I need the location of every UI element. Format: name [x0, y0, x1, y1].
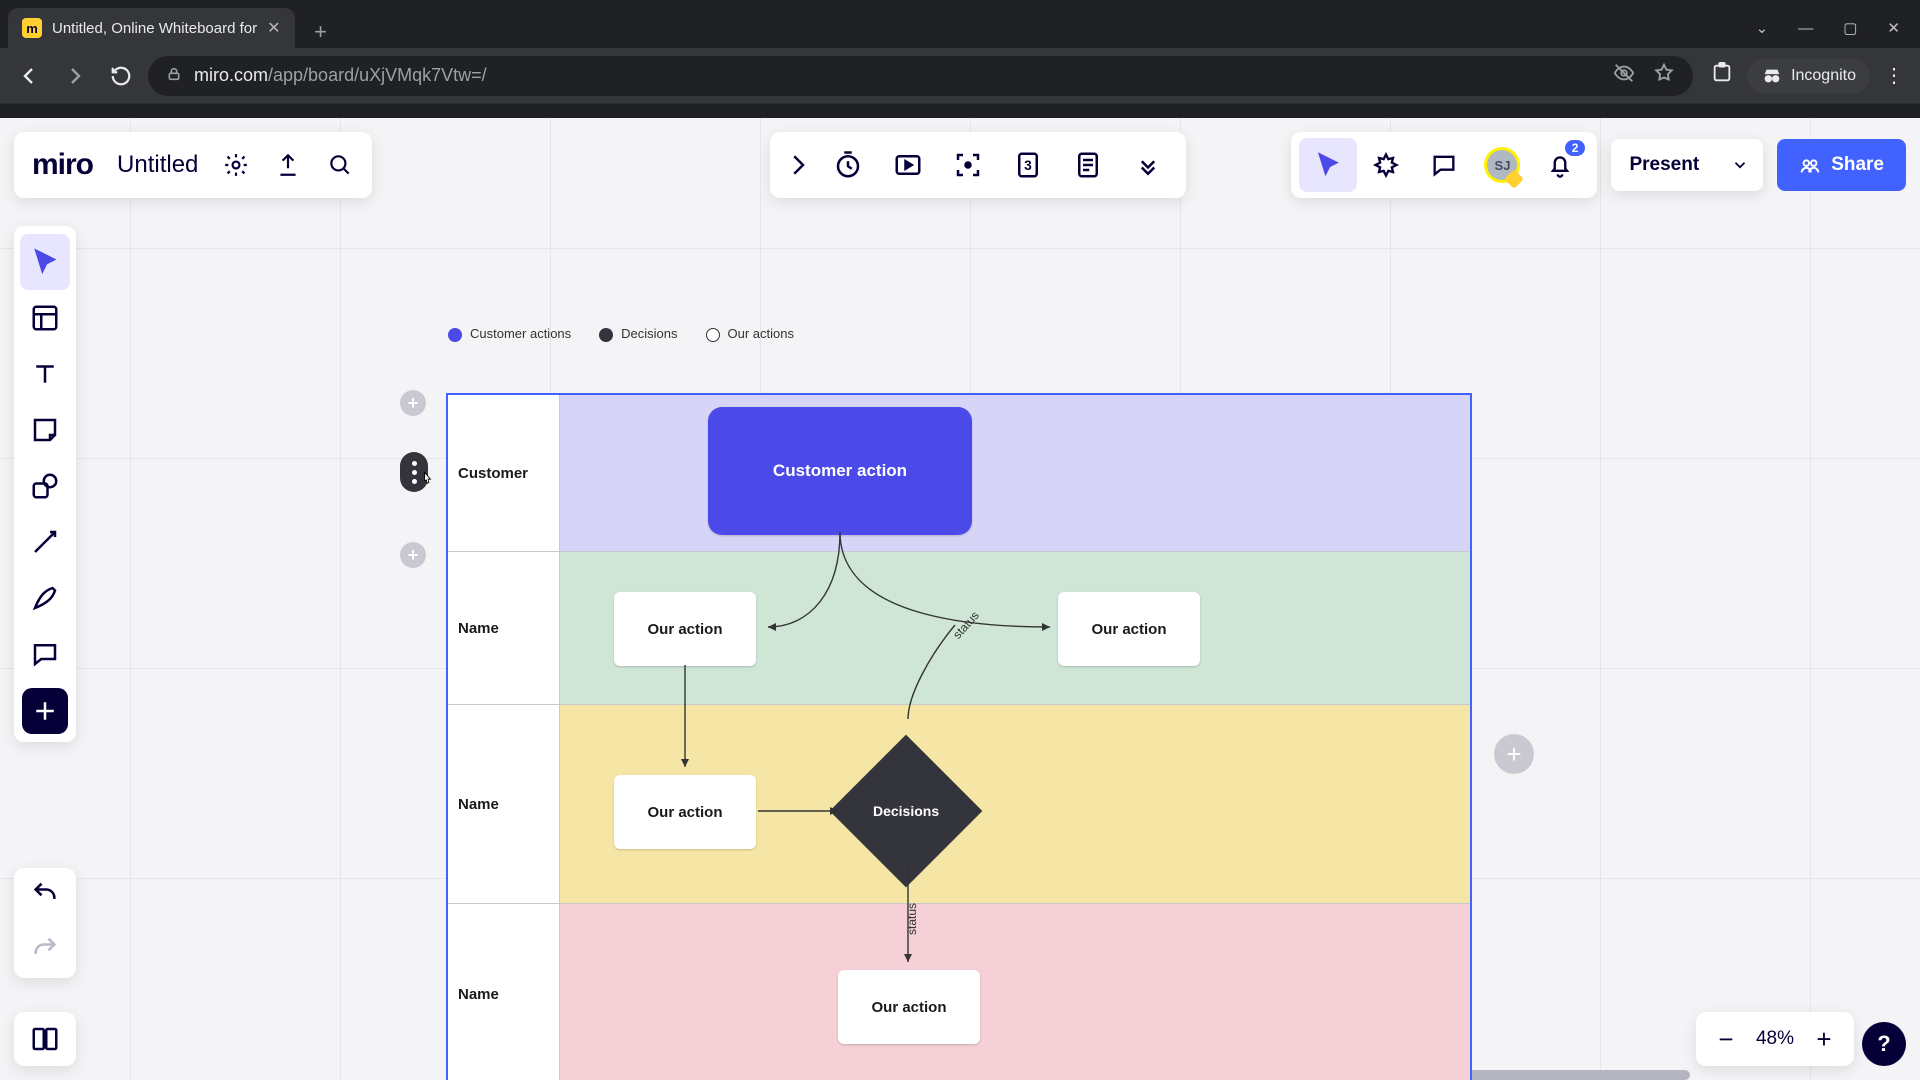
lane-label[interactable]: Name	[448, 552, 560, 704]
edge-label: status	[950, 608, 982, 641]
url-text: miro.com/app/board/uXjVMqk7Vtw=/	[194, 65, 487, 86]
legend-item: Decisions	[599, 326, 677, 342]
address-bar[interactable]: miro.com/app/board/uXjVMqk7Vtw=/	[148, 56, 1693, 96]
add-column-button[interactable]: +	[1494, 734, 1534, 774]
window-minimize-icon[interactable]: —	[1798, 20, 1813, 37]
swimlane-table[interactable]: Customer Customer action Name Our action…	[446, 393, 1472, 1080]
lane-row[interactable]: Name Our action status	[448, 903, 1470, 1080]
edge-label: status	[905, 903, 919, 935]
nav-reload-button[interactable]	[102, 57, 140, 95]
legend: Customer actions Decisions Our actions	[448, 326, 794, 342]
incognito-indicator[interactable]: Incognito	[1747, 59, 1870, 93]
node-customer-action[interactable]: Customer action	[708, 407, 972, 535]
miro-favicon: m	[22, 18, 42, 38]
lane-row[interactable]: Name Our action Our action status	[448, 551, 1470, 704]
add-row-before-button[interactable]: +	[400, 390, 426, 416]
node-our-action[interactable]: Our action	[614, 775, 756, 849]
bookmark-star-icon[interactable]	[1653, 62, 1675, 89]
lane-label[interactable]: Customer	[448, 395, 560, 551]
tabs-dropdown-icon[interactable]: ⌄	[1756, 19, 1769, 37]
close-tab-icon[interactable]: ✕	[267, 18, 280, 38]
lane-label[interactable]: Name	[448, 705, 560, 903]
node-decision[interactable]: Decisions	[830, 735, 983, 888]
nav-forward-button[interactable]	[56, 57, 94, 95]
extensions-icon[interactable]	[1711, 62, 1733, 89]
canvas[interactable]: Customer actions Decisions Our actions +…	[0, 118, 1920, 1080]
browser-menu-icon[interactable]: ⋮	[1884, 63, 1904, 88]
window-close-icon[interactable]: ✕	[1887, 19, 1900, 37]
browser-tab[interactable]: m Untitled, Online Whiteboard for ✕	[8, 8, 295, 48]
nav-back-button[interactable]	[10, 57, 48, 95]
legend-item: Our actions	[706, 326, 794, 342]
node-our-action[interactable]: Our action	[1058, 592, 1200, 666]
lock-icon	[166, 66, 182, 85]
legend-item: Customer actions	[448, 326, 571, 342]
tab-title: Untitled, Online Whiteboard for	[52, 20, 257, 37]
lane-row[interactable]: Name Our action Decisions	[448, 704, 1470, 903]
lane-row[interactable]: Customer Customer action	[448, 395, 1470, 551]
lane-label[interactable]: Name	[448, 904, 560, 1080]
pointer-cursor-icon	[418, 470, 438, 490]
node-our-action[interactable]: Our action	[614, 592, 756, 666]
node-our-action[interactable]: Our action	[838, 970, 980, 1044]
add-row-after-button[interactable]: +	[400, 542, 426, 568]
new-tab-button[interactable]: +	[305, 16, 337, 48]
eye-off-icon[interactable]	[1613, 62, 1635, 89]
window-maximize-icon[interactable]: ▢	[1843, 19, 1857, 37]
